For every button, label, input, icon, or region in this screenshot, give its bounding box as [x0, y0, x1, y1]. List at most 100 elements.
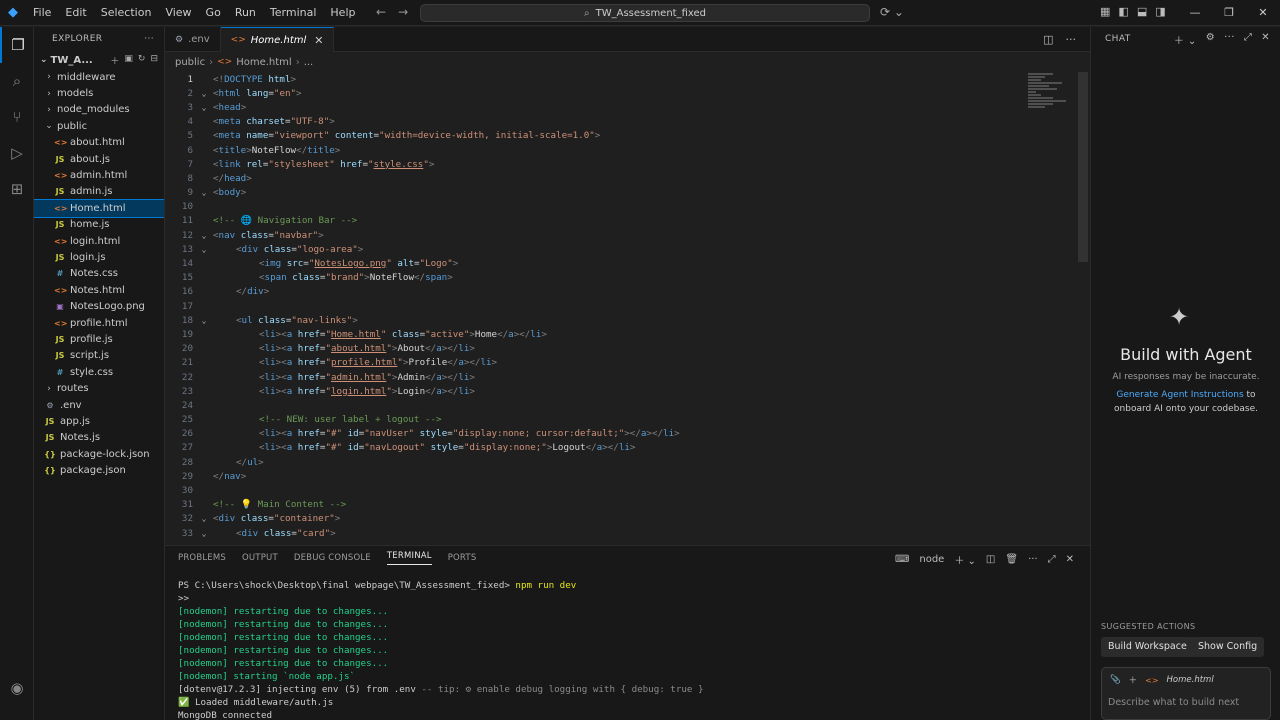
tab-output[interactable]: OUTPUT	[242, 553, 278, 563]
fold-chevron-icon[interactable]: ⌄	[195, 316, 213, 325]
close-window-icon[interactable]: ✕	[1246, 0, 1280, 26]
chat-input[interactable]: Describe what to build next	[1108, 697, 1239, 708]
maximize-icon[interactable]: ⤢	[1244, 32, 1252, 47]
tab-problems[interactable]: PROBLEMS	[178, 553, 226, 563]
accounts-icon[interactable]: ◉	[0, 670, 34, 706]
tree-item[interactable]: JS home.js	[34, 217, 164, 233]
copilot-menu-icon[interactable]: ⟳ ⌄	[880, 5, 904, 19]
menu-item-selection[interactable]: Selection	[94, 0, 159, 26]
fold-chevron-icon[interactable]: ⌄	[195, 231, 213, 240]
new-terminal-icon[interactable]: ＋ ⌄	[954, 552, 976, 567]
add-context-icon[interactable]: ＋	[1129, 674, 1138, 686]
tree-item[interactable]: <> about.html	[34, 135, 164, 151]
tab-home-html[interactable]: <> Home.html ✕	[220, 27, 335, 52]
more-actions-icon[interactable]: ···	[144, 34, 154, 44]
tab-terminal[interactable]: TERMINAL	[386, 551, 432, 565]
new-folder-icon[interactable]: ▣	[124, 54, 133, 67]
tree-item[interactable]: ▣ NotesLogo.png	[34, 298, 164, 314]
fold-chevron-icon[interactable]: ⌄	[195, 89, 213, 98]
context-file-chip[interactable]: Home.html	[1167, 675, 1214, 685]
source-control-icon[interactable]: ⑂	[0, 99, 34, 135]
more-actions-icon[interactable]: ···	[1028, 554, 1038, 565]
customize-layout-icon[interactable]: ▦	[1100, 5, 1110, 18]
breadcrumb-folder[interactable]: public	[175, 57, 205, 68]
close-panel-icon[interactable]: ✕	[1066, 554, 1074, 565]
menu-item-view[interactable]: View	[158, 0, 198, 26]
new-chat-icon[interactable]: ＋ ⌄	[1174, 32, 1197, 47]
tree-item[interactable]: ⌄ public	[34, 118, 164, 134]
collapse-all-icon[interactable]: ⊟	[150, 54, 158, 67]
back-arrow-icon[interactable]: ←	[376, 5, 386, 19]
forward-arrow-icon[interactable]: →	[398, 5, 408, 19]
search-icon[interactable]: ⌕	[0, 63, 34, 99]
tree-item[interactable]: › middleware	[34, 69, 164, 85]
tree-item[interactable]: JS about.js	[34, 151, 164, 167]
more-actions-icon[interactable]: ···	[1224, 32, 1235, 47]
menu-item-terminal[interactable]: Terminal	[263, 0, 324, 26]
minimap[interactable]	[1028, 72, 1070, 132]
tree-item[interactable]: JS profile.js	[34, 331, 164, 347]
command-center-search[interactable]: ⌕ TW_Assessment_fixed	[420, 4, 870, 22]
menu-item-edit[interactable]: Edit	[58, 0, 93, 26]
fold-chevron-icon[interactable]: ⌄	[195, 188, 213, 197]
refresh-icon[interactable]: ↻	[138, 54, 146, 67]
tree-item[interactable]: ⚙ .env	[34, 397, 164, 413]
tree-item[interactable]: # style.css	[34, 364, 164, 380]
tree-item[interactable]: JS app.js	[34, 413, 164, 429]
tree-item[interactable]: › routes	[34, 380, 164, 396]
tree-item[interactable]: JS script.js	[34, 348, 164, 364]
run-debug-icon[interactable]: ▷	[0, 135, 34, 171]
split-editor-icon[interactable]: ◫	[1043, 33, 1053, 46]
maximize-panel-icon[interactable]: ⤢	[1048, 554, 1056, 565]
kill-terminal-icon[interactable]: 🗑	[1005, 554, 1018, 565]
menu-item-file[interactable]: File	[26, 0, 58, 26]
editor-scrollbar[interactable]	[1078, 72, 1088, 262]
tree-item[interactable]: › node_modules	[34, 102, 164, 118]
code-editor[interactable]: 1 <!DOCTYPE html> 2 ⌄ <html lang="en"> 3 ⌄ <hea…	[165, 72, 1090, 545]
toggle-sidebar-icon[interactable]: ◧	[1118, 5, 1128, 18]
tree-item[interactable]: {} package.json	[34, 462, 164, 478]
tab-env[interactable]: ⚙ .env	[165, 27, 221, 52]
fold-chevron-icon[interactable]: ⌄	[195, 103, 213, 112]
toggle-panel-icon[interactable]: ⬓	[1137, 5, 1147, 18]
tab-debug-console[interactable]: DEBUG CONSOLE	[294, 553, 371, 563]
gear-icon[interactable]: ⚙	[1206, 32, 1215, 47]
menu-item-go[interactable]: Go	[199, 0, 228, 26]
tree-item[interactable]: <> Home.html	[34, 199, 164, 218]
show-config-button[interactable]: Show Config	[1191, 637, 1265, 657]
close-tab-icon[interactable]: ✕	[314, 34, 323, 47]
tree-item[interactable]: JS login.js	[34, 249, 164, 265]
menu-item-help[interactable]: Help	[323, 0, 362, 26]
generate-instructions-link[interactable]: Generate Agent Instructions	[1116, 390, 1243, 400]
fold-chevron-icon[interactable]: ⌄	[195, 514, 213, 523]
tree-item[interactable]: JS admin.js	[34, 184, 164, 200]
toggle-secondary-sidebar-icon[interactable]: ◨	[1155, 5, 1165, 18]
tree-item[interactable]: <> admin.html	[34, 167, 164, 183]
tab-ports[interactable]: PORTS	[448, 553, 477, 563]
close-icon[interactable]: ✕	[1261, 32, 1270, 47]
tree-item[interactable]: <> login.html	[34, 233, 164, 249]
breadcrumb-symbol[interactable]: ...	[304, 57, 314, 68]
extensions-icon[interactable]: ⊞	[0, 171, 34, 207]
attach-icon[interactable]: 📎	[1110, 675, 1121, 685]
fold-chevron-icon[interactable]: ⌄	[195, 529, 213, 538]
maximize-icon[interactable]: ❐	[1212, 0, 1246, 26]
more-actions-icon[interactable]: ···	[1066, 33, 1077, 46]
fold-chevron-icon[interactable]: ⌄	[195, 245, 213, 254]
tree-item[interactable]: {} package-lock.json	[34, 446, 164, 462]
chat-input-box[interactable]: 📎 ＋ <> Home.html Describe what to build …	[1101, 667, 1271, 720]
minimize-icon[interactable]: —	[1178, 0, 1212, 26]
split-terminal-icon[interactable]: ◫	[986, 554, 995, 565]
terminal-shell-label[interactable]: node	[919, 554, 944, 565]
breadcrumb-file[interactable]: Home.html	[236, 57, 292, 68]
workspace-root[interactable]: ⌄ TW_A... ＋ ▣ ↻ ⊟	[34, 51, 164, 69]
tree-item[interactable]: JS Notes.js	[34, 430, 164, 446]
new-file-icon[interactable]: ＋	[110, 54, 119, 67]
tree-item[interactable]: # Notes.css	[34, 266, 164, 282]
terminal-output[interactable]: PS C:\Users\shock\Desktop\final webpage\…	[178, 579, 704, 720]
menu-item-run[interactable]: Run	[228, 0, 263, 26]
explorer-icon[interactable]: ❐	[0, 27, 34, 63]
tree-item[interactable]: <> profile.html	[34, 315, 164, 331]
tree-item[interactable]: › models	[34, 85, 164, 101]
tree-item[interactable]: <> Notes.html	[34, 282, 164, 298]
